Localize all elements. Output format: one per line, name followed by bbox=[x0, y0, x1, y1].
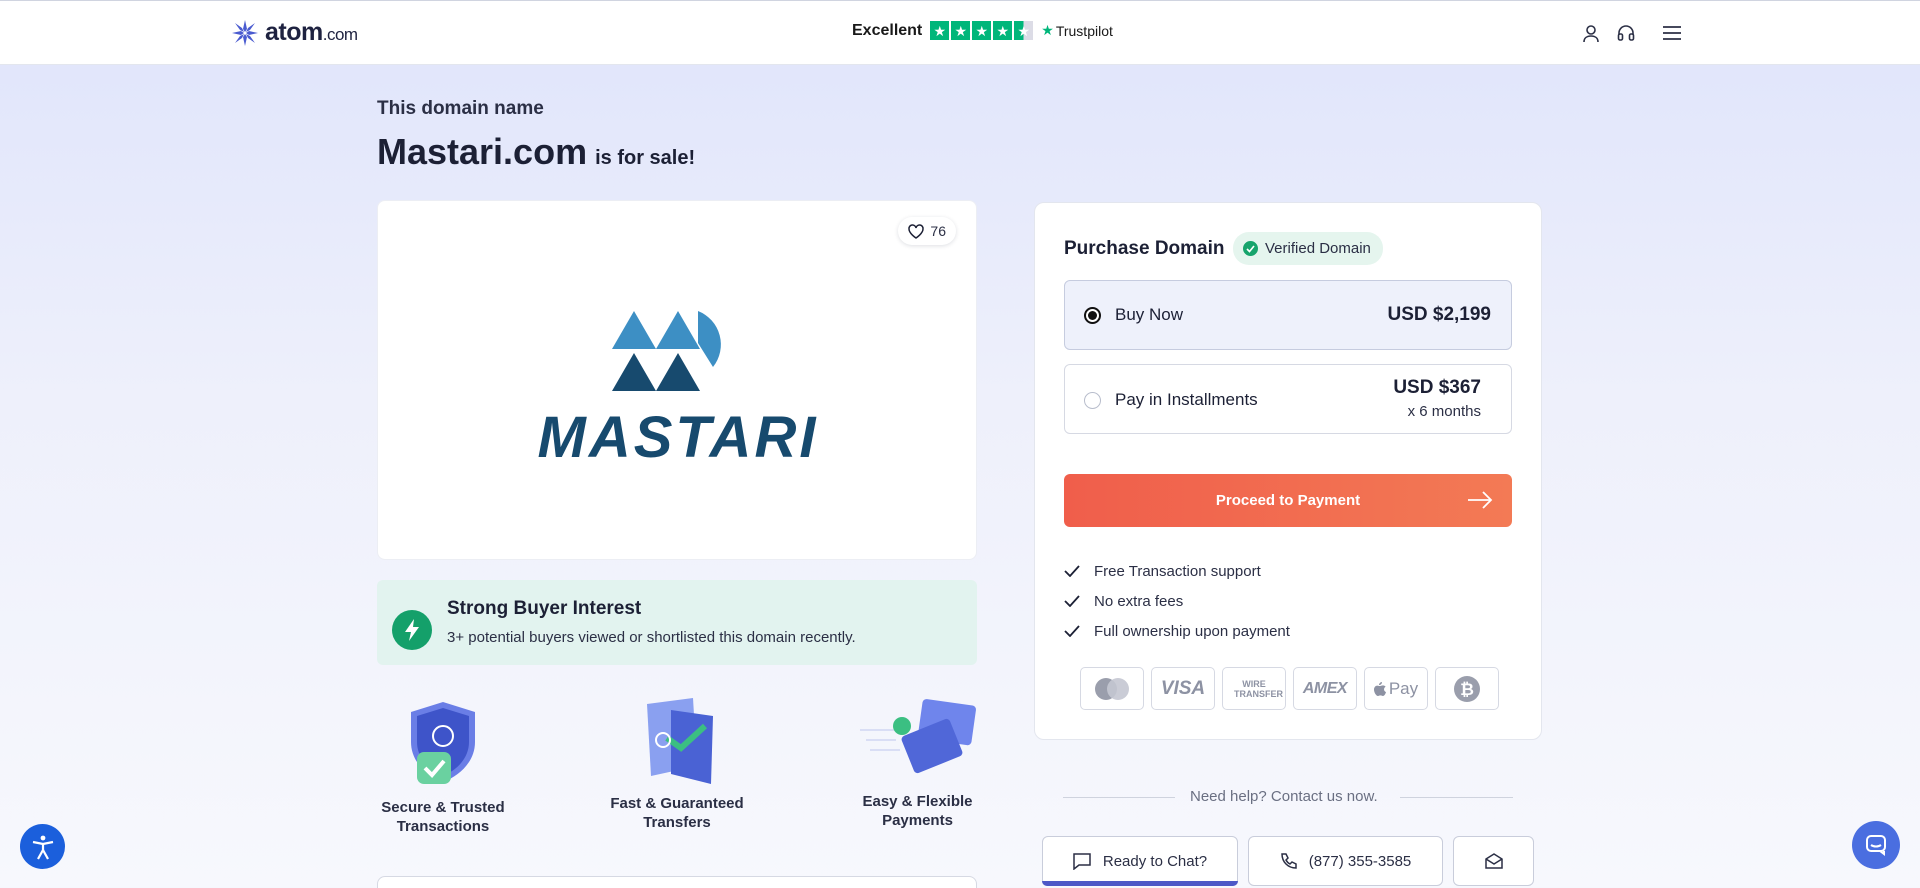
brand-wordmark: MASTARI bbox=[538, 405, 819, 470]
domain-logo-card: 76 MASTARI bbox=[377, 200, 977, 560]
option-label: Buy Now bbox=[1115, 305, 1184, 324]
check-circle-icon bbox=[1243, 241, 1258, 256]
proceed-to-payment-button[interactable]: Proceed to Payment bbox=[1064, 474, 1512, 527]
trustpilot-brand: ★ Trustpilot bbox=[1041, 22, 1113, 39]
verified-label: Verified Domain bbox=[1265, 240, 1371, 257]
headset-icon[interactable] bbox=[1615, 22, 1637, 44]
page-eyebrow: This domain name bbox=[377, 98, 544, 119]
proceed-label: Proceed to Payment bbox=[1215, 492, 1361, 509]
perk-label: Free Transaction support bbox=[1094, 562, 1261, 580]
feature-fast-transfers: Fast & Guaranteed Transfers bbox=[607, 696, 747, 832]
divider bbox=[1063, 797, 1175, 798]
trustpilot-rating[interactable]: Excellent ★ ★ ★ ★ ★ ★ Trustpilot bbox=[852, 21, 1113, 40]
chat-label: Ready to Chat? bbox=[1102, 852, 1208, 870]
accessibility-icon bbox=[32, 835, 53, 860]
shield-check-icon bbox=[411, 702, 475, 784]
lightning-bolt-icon bbox=[392, 610, 432, 650]
chat-bubble-icon bbox=[1073, 852, 1091, 870]
verified-domain-badge: Verified Domain bbox=[1233, 232, 1383, 265]
domain-name: Mastari.com bbox=[377, 131, 588, 172]
checkmark-icon bbox=[1064, 565, 1080, 577]
installments-radio[interactable] bbox=[1084, 392, 1101, 409]
perk-label: No extra fees bbox=[1094, 592, 1184, 610]
heart-icon bbox=[908, 223, 925, 239]
arrow-right-icon bbox=[1468, 491, 1493, 509]
phone-icon bbox=[1280, 852, 1297, 869]
chat-button[interactable]: Ready to Chat? bbox=[1042, 836, 1238, 886]
accessibility-button[interactable] bbox=[20, 824, 65, 869]
feature-label: Payments bbox=[882, 812, 953, 829]
chat-active-indicator bbox=[1042, 881, 1238, 886]
star-icon: ★ bbox=[993, 21, 1013, 40]
logo-wordmark: atom.com bbox=[265, 18, 358, 46]
star-icon: ★ bbox=[930, 21, 950, 40]
feature-flexible-payments: Easy & Flexible Payments bbox=[850, 696, 985, 830]
for-sale-label: is for sale! bbox=[595, 147, 696, 169]
hamburger-menu-icon[interactable] bbox=[1661, 22, 1683, 44]
purchase-domain-card: Purchase Domain Verified Domain Buy Now … bbox=[1034, 202, 1542, 740]
divider bbox=[1400, 797, 1513, 798]
checkmark-icon bbox=[1064, 625, 1080, 637]
phone-button[interactable]: (877) 355-3585 bbox=[1248, 836, 1443, 886]
half-star-icon: ★ bbox=[1014, 21, 1034, 40]
installments-option[interactable]: Pay in Installments USD $367 x 6 months bbox=[1064, 364, 1512, 434]
trustpilot-star-icon: ★ bbox=[1041, 22, 1054, 38]
option-duration: x 6 months bbox=[1407, 403, 1481, 420]
top-navigation-bar: atom.com Excellent ★ ★ ★ ★ ★ ★ Trustpilot bbox=[0, 0, 1920, 65]
buy-now-radio[interactable] bbox=[1084, 307, 1101, 324]
option-label: Pay in Installments bbox=[1115, 390, 1258, 409]
bitcoin-icon: ₿ bbox=[1435, 667, 1499, 710]
atom-star-icon bbox=[232, 19, 258, 46]
checkmark-icon bbox=[1064, 595, 1080, 607]
perk-item: Full ownership upon payment bbox=[1064, 616, 1290, 646]
visa-icon: VISA bbox=[1151, 667, 1215, 710]
next-card-edge bbox=[377, 876, 977, 888]
perk-label: Full ownership upon payment bbox=[1094, 622, 1290, 640]
wire-transfer-icon: WIRE TRANSFER bbox=[1222, 667, 1286, 710]
mastari-brand-logo: MASTARI bbox=[538, 311, 819, 470]
buyer-interest-banner: Strong Buyer Interest 3+ potential buyer… bbox=[377, 580, 977, 665]
chat-widget-icon bbox=[1866, 835, 1886, 856]
payment-methods: VISA WIRE TRANSFER AMEX Pay ₿ bbox=[1080, 667, 1499, 710]
perk-item: Free Transaction support bbox=[1064, 556, 1290, 586]
atom-logo[interactable]: atom.com bbox=[231, 18, 358, 47]
buyer-interest-title: Strong Buyer Interest bbox=[447, 598, 642, 619]
email-button[interactable] bbox=[1453, 836, 1534, 886]
mastercard-icon bbox=[1080, 667, 1144, 710]
option-price: USD $2,199 bbox=[1387, 304, 1491, 325]
star-icon: ★ bbox=[951, 21, 971, 40]
perks-list: Free Transaction support No extra fees F… bbox=[1064, 556, 1290, 646]
feature-label: Transfers bbox=[643, 814, 711, 831]
help-text: Need help? Contact us now. bbox=[1190, 788, 1378, 805]
trustpilot-rating-word: Excellent bbox=[852, 21, 923, 39]
amex-icon: AMEX bbox=[1293, 667, 1357, 710]
apple-pay-icon: Pay bbox=[1364, 667, 1428, 710]
feature-label: Secure & Trusted bbox=[381, 799, 505, 816]
live-chat-launcher[interactable] bbox=[1852, 821, 1900, 869]
option-price: USD $367 bbox=[1393, 377, 1481, 398]
svg-text:₿: ₿ bbox=[1460, 680, 1474, 700]
purchase-title: Purchase Domain bbox=[1064, 238, 1225, 259]
credit-cards-icon bbox=[859, 699, 976, 774]
page-title: Mastari.com is for sale! bbox=[377, 131, 695, 173]
phone-number: (877) 355-3585 bbox=[1308, 852, 1412, 870]
buyer-interest-subtitle: 3+ potential buyers viewed or shortliste… bbox=[447, 629, 856, 646]
like-count: 76 bbox=[930, 223, 946, 239]
feature-label: Transactions bbox=[396, 818, 490, 835]
trustpilot-stars: ★ ★ ★ ★ ★ bbox=[930, 21, 1034, 40]
star-icon: ★ bbox=[972, 21, 992, 40]
user-icon[interactable] bbox=[1580, 22, 1602, 44]
envelope-icon bbox=[1484, 853, 1503, 869]
buy-now-option[interactable]: Buy Now USD $2,199 bbox=[1064, 280, 1512, 350]
feature-label: Easy & Flexible bbox=[862, 793, 973, 810]
feature-label: Fast & Guaranteed bbox=[610, 795, 744, 812]
like-button[interactable]: 76 bbox=[898, 217, 956, 245]
feature-secure-transactions: Secure & Trusted Transactions bbox=[377, 698, 509, 836]
perk-item: No extra fees bbox=[1064, 586, 1290, 616]
transfer-wallet-icon bbox=[647, 698, 713, 784]
